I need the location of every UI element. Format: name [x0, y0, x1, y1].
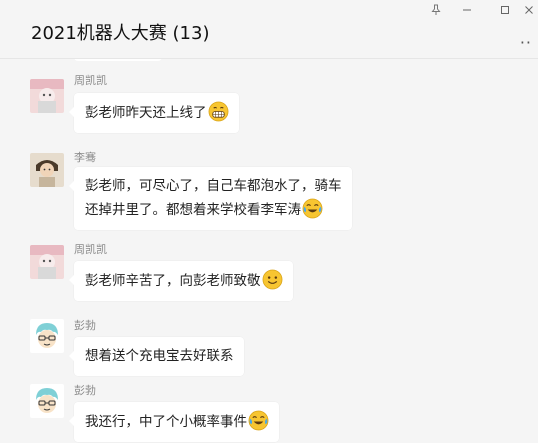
smile-emoji-icon	[262, 269, 282, 290]
message-bubble[interactable]: 彭老师，可尽心了，自己车都泡水了，骑车 还掉井里了。都想着来学校看李军涛	[69, 167, 352, 230]
laugh-cry-emoji-icon	[302, 198, 323, 219]
message-text: 彭老师辛苦了，向彭老师致敬	[85, 273, 261, 289]
photo-avatar[interactable]	[30, 245, 64, 279]
close-icon	[525, 6, 533, 14]
sender-name: 周凯凯	[74, 243, 107, 256]
chat-title: 2021机器人大赛 (13)	[31, 23, 210, 44]
close-button[interactable]	[521, 2, 537, 18]
minimize-icon	[463, 9, 471, 11]
photo-avatar[interactable]	[30, 79, 64, 113]
message-bubble[interactable]: 想着送个充电宝去好联系	[69, 337, 244, 376]
portrait-avatar[interactable]	[30, 153, 64, 187]
message-text: 还掉井里了。都想着来学校看李军涛	[85, 202, 301, 218]
message-text: 彭老师，可尽心了，自己车都泡水了，骑车	[85, 178, 342, 194]
minimize-button[interactable]	[459, 2, 475, 18]
pin-icon	[431, 4, 441, 15]
sender-name: 彭勃	[74, 319, 96, 332]
message-bubble[interactable]: 我还行，中了个小概率事件	[69, 402, 279, 442]
previous-message-bubble	[74, 59, 162, 61]
message-list[interactable]: 周凯凯 彭老师昨天还上线了 李骞 彭老师，可尽心了，自己车都泡水了，骑车 还掉井…	[0, 59, 538, 443]
more-icon: ··	[519, 33, 532, 52]
sender-name: 彭勃	[74, 384, 96, 397]
title-bar: 2021机器人大赛 (13) ··	[0, 0, 538, 59]
pin-button[interactable]	[428, 2, 444, 18]
maximize-button[interactable]	[497, 2, 513, 18]
sender-name: 周凯凯	[74, 74, 107, 87]
laugh-cry-emoji-icon	[248, 410, 269, 431]
cartoon-avatar[interactable]	[30, 319, 64, 353]
cartoon-avatar[interactable]	[30, 384, 64, 418]
message-bubble[interactable]: 彭老师辛苦了，向彭老师致敬	[69, 261, 293, 301]
message-text: 想着送个充电宝去好联系	[85, 348, 234, 364]
message-bubble[interactable]: 彭老师昨天还上线了	[69, 93, 239, 133]
more-options-button[interactable]: ··	[520, 33, 532, 52]
grin-emoji-icon	[208, 101, 228, 122]
sender-name: 李骞	[74, 151, 96, 164]
message-text: 我还行，中了个小概率事件	[85, 414, 247, 430]
message-text: 彭老师昨天还上线了	[85, 105, 207, 121]
maximize-icon	[501, 6, 509, 14]
